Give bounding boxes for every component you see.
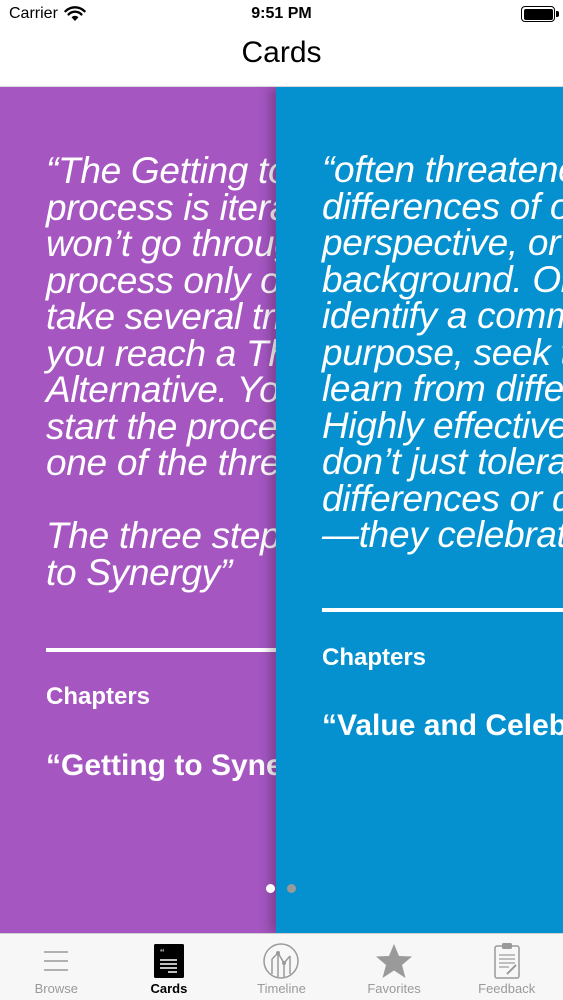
card-section-label: Chapters [46, 683, 151, 710]
page-dot-1[interactable] [266, 884, 275, 893]
card-chapter-link[interactable]: “Getting to Synergy” [46, 749, 290, 783]
clipboard-icon [493, 943, 520, 979]
tab-label: Favorites [367, 981, 421, 996]
page-title: Cards [241, 36, 322, 69]
battery-icon [521, 6, 559, 22]
tab-feedback[interactable]: Feedback [450, 934, 563, 1000]
quote-card[interactable]: “The Getting to Synergy process is itera… [0, 87, 290, 933]
quote-card[interactable]: “often threatened by differences of opin… [276, 87, 563, 933]
cards-icon: “ [153, 944, 184, 978]
tab-browse[interactable]: Browse [0, 934, 113, 1000]
timeline-icon [263, 943, 300, 979]
card-quote-text: “often threatened by differences of opin… [322, 149, 563, 555]
tab-favorites[interactable]: Favorites [338, 934, 451, 1000]
card-divider [46, 648, 290, 652]
tab-label: Timeline [257, 981, 306, 996]
tab-timeline[interactable]: Timeline [225, 934, 338, 1000]
page-indicator[interactable] [266, 884, 296, 893]
navigation-bar: Cards [0, 30, 563, 87]
tab-label: Browse [34, 981, 78, 996]
card-section-label: Chapters [322, 644, 427, 671]
tab-label: Cards [150, 981, 188, 996]
tab-bar: Browse “ Cards Timeline Favorites Feedba… [0, 933, 563, 1000]
star-icon [376, 944, 413, 978]
card-divider [322, 608, 563, 612]
card-chapter-link[interactable]: “Value and Celebrate Differences” [322, 709, 563, 743]
page-dot-2[interactable] [287, 884, 296, 893]
card-quote-text: “The Getting to Synergy process is itera… [46, 150, 290, 593]
status-bar: Carrier 9:51 PM [0, 0, 563, 30]
svg-text:“: “ [160, 948, 165, 959]
status-time: 9:51 PM [251, 5, 312, 22]
cards-carousel[interactable]: “The Getting to Synergy process is itera… [0, 87, 563, 933]
tab-cards[interactable]: “ Cards [113, 934, 226, 1000]
browse-lines-icon [44, 951, 69, 971]
tab-label: Feedback [478, 981, 536, 996]
